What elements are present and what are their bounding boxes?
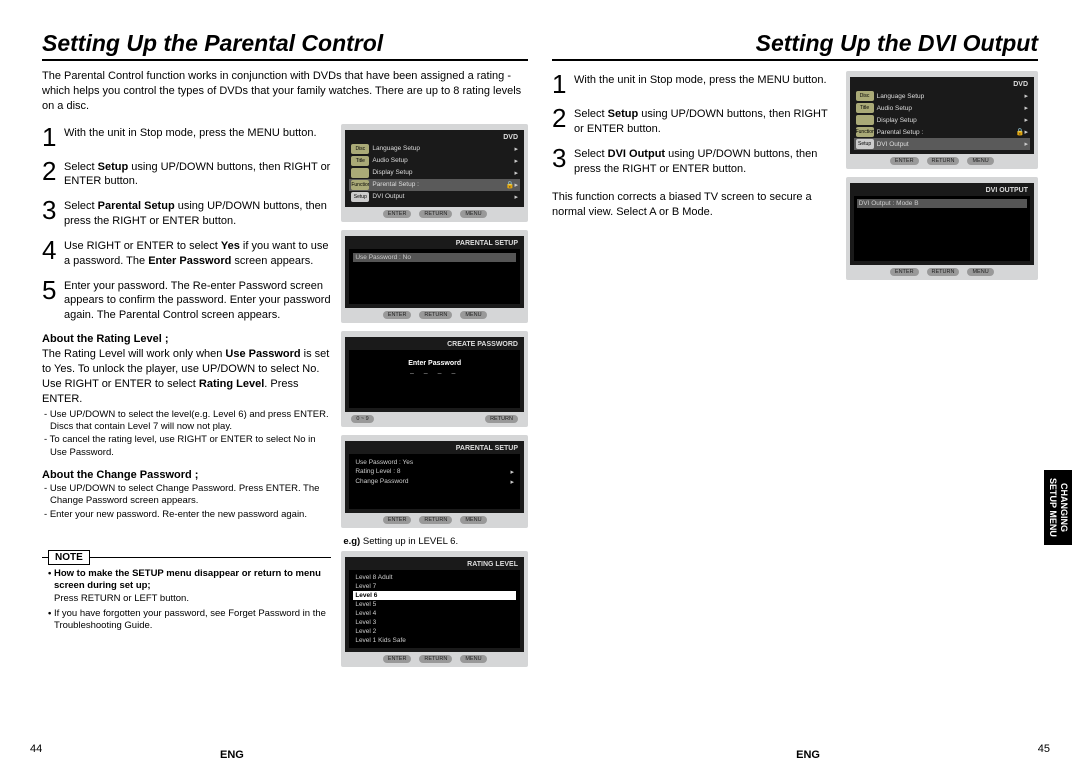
- step-text: Select Setup using UP/DOWN buttons, then…: [64, 158, 331, 190]
- step-number: 4: [42, 237, 64, 269]
- page-title-right: Setting Up the DVI Output: [552, 30, 1038, 61]
- step-text: Use RIGHT or ENTER to select Yes if you …: [64, 237, 331, 269]
- note-box: NOTE How to make the SETUP menu disappea…: [42, 539, 331, 642]
- tv-setup-menu: DVD Disc MenuLanguage Setup▸ Title MenuA…: [341, 124, 528, 222]
- rating-caption: e.g) Setting up in LEVEL 6.: [343, 536, 528, 547]
- tv-create-password: CREATE PASSWORD Enter Password – – – – 0…: [341, 331, 528, 427]
- page-left: Setting Up the Parental Control The Pare…: [30, 30, 540, 755]
- step-number: 3: [42, 197, 64, 229]
- intro-text: The Parental Control function works in c…: [42, 69, 528, 114]
- step-text: Select Setup using UP/DOWN buttons, then…: [574, 105, 836, 137]
- chevron-right-icon: ▸: [514, 181, 518, 189]
- step-text: With the unit in Stop mode, press the ME…: [64, 124, 317, 150]
- lock-icon: 🔒: [1016, 128, 1025, 136]
- step-text: Select DVI Output using UP/DOWN buttons,…: [574, 145, 836, 177]
- rating-body: The Rating Level will work only when Use…: [42, 347, 331, 406]
- step-number: 1: [42, 124, 64, 150]
- tv-sidebar-icon: [351, 168, 369, 178]
- page-number-right: 45: [1038, 743, 1050, 755]
- tv-sidebar-icon: Title Menu: [351, 156, 369, 166]
- step-number: 1: [552, 71, 574, 97]
- left-image-column: DVD Disc MenuLanguage Setup▸ Title MenuA…: [341, 124, 528, 675]
- tv-rating-level: RATING LEVEL Level 8 Adult Level 7 Level…: [341, 551, 528, 667]
- section-tab: CHANGINGSETUP MENU: [1044, 470, 1072, 545]
- tv-parental-yes: PARENTAL SETUP Use Password : Yes Rating…: [341, 435, 528, 528]
- step-text: Enter your password. The Re-enter Passwo…: [64, 277, 331, 324]
- right-text-column: 1 With the unit in Stop mode, press the …: [552, 71, 836, 288]
- tv-parental-no: PARENTAL SETUP Use Password : No ENTERRE…: [341, 230, 528, 323]
- chevron-right-icon: ▸: [514, 157, 518, 165]
- left-text-column: 1 With the unit in Stop mode, press the …: [42, 124, 331, 675]
- tv-menu-button: MENU: [460, 210, 486, 218]
- lock-icon: 🔒: [506, 181, 515, 189]
- step-number: 5: [42, 277, 64, 324]
- lang-label-left: ENG: [220, 749, 244, 761]
- step-number: 3: [552, 145, 574, 177]
- tv-dvi-output: DVI OUTPUT DVI Output : Mode B ENTERRETU…: [846, 177, 1038, 280]
- tv-enter-button: ENTER: [383, 210, 412, 218]
- step-text: With the unit in Stop mode, press the ME…: [574, 71, 827, 97]
- step-number: 2: [42, 158, 64, 190]
- right-bottom-text: This function corrects a biased TV scree…: [552, 190, 836, 220]
- tv-return-button: RETURN: [419, 210, 452, 218]
- chevron-right-icon: ▸: [514, 193, 518, 201]
- password-bullets: Use UP/DOWN to select Change Password. P…: [42, 483, 331, 521]
- page-number-left: 44: [30, 743, 42, 755]
- tv-sidebar-icon: Setup: [351, 192, 369, 202]
- password-heading: About the Change Password ;: [42, 469, 331, 481]
- chevron-right-icon: ▸: [514, 169, 518, 177]
- step-number: 2: [552, 105, 574, 137]
- step-text: Select Parental Setup using UP/DOWN butt…: [64, 197, 331, 229]
- page-title-left: Setting Up the Parental Control: [42, 30, 528, 61]
- chevron-right-icon: ▸: [514, 145, 518, 153]
- page-right: Setting Up the DVI Output 1 With the uni…: [540, 30, 1050, 755]
- note-label: NOTE: [48, 550, 90, 565]
- rating-heading: About the Rating Level ;: [42, 333, 331, 345]
- rating-bullets: Use UP/DOWN to select the level(e.g. Lev…: [42, 409, 331, 459]
- tv-sidebar-icon: Disc Menu: [351, 144, 369, 154]
- right-image-column: DVD Disc MenuLanguage Setup▸ Title MenuA…: [846, 71, 1038, 288]
- lang-label-right: ENG: [796, 749, 820, 761]
- tv-sidebar-icon: Function: [351, 180, 369, 190]
- tv-setup-menu-dvi: DVD Disc MenuLanguage Setup▸ Title MenuA…: [846, 71, 1038, 169]
